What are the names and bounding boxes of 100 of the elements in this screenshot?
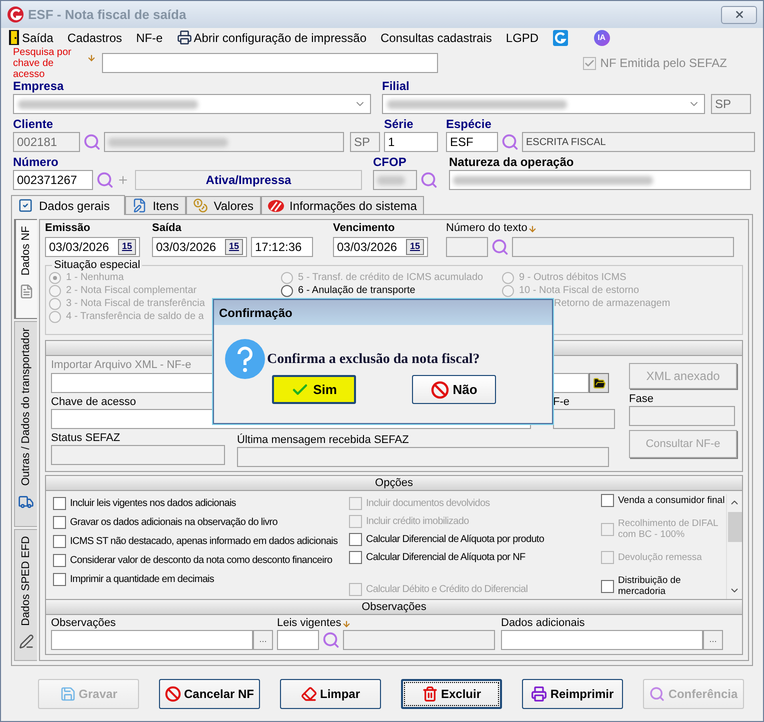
checkbox-label: ICMS ST não destacado, apenas informado em dados adicionais	[70, 535, 338, 549]
truck-icon	[18, 494, 34, 510]
text-field[interactable]: ESCRITA FISCAL	[522, 132, 755, 152]
side-tab[interactable]: Outras / Dados do transportador	[14, 321, 37, 527]
radio-button[interactable]	[281, 284, 293, 296]
dialog-title: Confirmação	[219, 304, 292, 322]
text-field[interactable]	[501, 630, 703, 650]
checkbox-label: Venda a consumidor final	[618, 495, 726, 506]
branch-dropdown[interactable]	[382, 94, 705, 114]
search-icon[interactable]	[83, 133, 101, 151]
text-field[interactable]: ESF	[446, 132, 498, 152]
action-button[interactable]: Excluir	[401, 679, 502, 709]
text-field[interactable]: 002371267	[13, 170, 93, 190]
radio-label: 9 - Outros débitos ICMS	[519, 271, 626, 284]
save-icon	[60, 686, 76, 702]
calendar-button[interactable]: 15	[225, 239, 243, 255]
action-button[interactable]: Cancelar NF	[159, 679, 260, 709]
checkbox[interactable]	[53, 516, 66, 529]
text-field[interactable]	[104, 132, 344, 152]
checkbox[interactable]	[349, 533, 362, 546]
checkbox[interactable]	[349, 551, 362, 564]
tab[interactable]: Informações do sistema	[260, 196, 424, 214]
search-icon[interactable]	[96, 171, 114, 189]
arrow-down-icon	[528, 224, 538, 234]
radio-label: 10 - Nota Fiscal de estorno	[519, 284, 640, 297]
status-panel: Ativa/Impressa	[135, 170, 362, 190]
date-field[interactable]: 03/03/2026 15	[152, 237, 247, 257]
action-button[interactable]: Reimprimir	[522, 679, 623, 709]
checkbox-label: Incluir crédito imobilizado	[366, 514, 469, 529]
text-field[interactable]: 002181	[13, 132, 80, 152]
radio-label: Retorno de armazenagem	[554, 297, 670, 310]
field-label: Chave de acesso	[51, 396, 136, 409]
text-field[interactable]	[51, 445, 225, 465]
text-field[interactable]: 1	[384, 132, 438, 152]
logo-icon	[7, 6, 24, 23]
text-field[interactable]: SP	[350, 132, 380, 152]
radio-label: 4 - Transferência de saldo de a	[66, 310, 204, 323]
checkbox[interactable]	[53, 535, 66, 548]
close-button[interactable]	[721, 6, 757, 24]
search-icon[interactable]	[501, 133, 519, 151]
text-field[interactable]	[553, 409, 615, 429]
text-field[interactable]	[446, 237, 488, 257]
text-field[interactable]	[629, 406, 735, 426]
search-icon[interactable]	[322, 631, 340, 649]
dialog-button[interactable]: Não	[412, 375, 496, 404]
plus-icon[interactable]	[117, 174, 129, 186]
text-field[interactable]	[51, 630, 253, 650]
side-tab[interactable]: Dados SPED EFD	[14, 529, 37, 661]
tab[interactable]: Valores	[186, 196, 261, 214]
time-field[interactable]: 17:12:36	[251, 237, 313, 257]
menu-item[interactable]: LGPD	[506, 28, 539, 46]
dialog-button[interactable]: Sim	[272, 375, 356, 404]
calendar-button[interactable]: 15	[406, 239, 424, 255]
ellipsis-button[interactable]: ...	[703, 630, 723, 650]
scrollbar[interactable]	[726, 494, 742, 599]
ai-badge[interactable]: IA	[594, 30, 610, 46]
folder-icon	[592, 376, 606, 390]
date-field[interactable]: 03/03/2026 15	[45, 237, 140, 257]
radio-label: 3 - Nota Fiscal de transferência	[66, 297, 205, 310]
text-field[interactable]	[343, 630, 495, 650]
text-field[interactable]	[277, 630, 319, 650]
checkbox[interactable]	[53, 573, 66, 586]
side-tab[interactable]: Dados NF	[14, 219, 37, 319]
ellipsis-button[interactable]: ...	[253, 630, 273, 650]
text-field[interactable]	[102, 53, 438, 73]
checkbox[interactable]	[601, 580, 614, 592]
tab[interactable]: Dados gerais	[11, 195, 125, 215]
menu-item[interactable]: Consultas cadastrais	[380, 28, 492, 46]
checkbox[interactable]	[53, 554, 66, 567]
checkbox-icon	[18, 198, 33, 213]
logo-icon[interactable]	[552, 30, 568, 46]
folder-button[interactable]	[589, 373, 609, 393]
menu-item[interactable]: Saída	[22, 28, 54, 46]
action-button[interactable]: Limpar	[280, 679, 381, 709]
menu-item[interactable]: Cadastros	[67, 28, 122, 46]
field-label: F-e	[553, 396, 570, 409]
menu-item[interactable]: NF-e	[136, 28, 163, 46]
text-field[interactable]	[449, 170, 751, 190]
checkbox[interactable]	[53, 497, 66, 510]
dialog-message: Confirma a exclusão da nota fiscal?	[267, 350, 480, 368]
search-icon[interactable]	[491, 238, 509, 256]
field-label: Leis vigentes	[277, 617, 342, 630]
text-field[interactable]	[512, 237, 734, 257]
document-icon	[19, 284, 34, 299]
close-icon	[734, 9, 744, 20]
scroll-thumb[interactable]	[728, 512, 742, 542]
field-label: Filial	[382, 79, 410, 93]
text-field[interactable]: SP	[711, 94, 751, 114]
field-label: Número	[13, 155, 60, 169]
text-field[interactable]	[237, 447, 609, 467]
tab[interactable]: Itens	[124, 196, 186, 214]
calendar-button[interactable]: 15	[118, 239, 136, 255]
company-dropdown[interactable]	[13, 94, 371, 114]
menu-item[interactable]: Abrir configuração de impressão	[194, 28, 366, 46]
date-field[interactable]: 03/03/2026 15	[333, 237, 428, 257]
text-field[interactable]	[373, 170, 417, 190]
checkbox[interactable]	[601, 494, 614, 507]
search-icon[interactable]	[420, 171, 438, 189]
checkbox-label: Calcular Diferencial de Alíquota por produto	[366, 533, 544, 547]
section-header: Opções	[46, 476, 742, 491]
